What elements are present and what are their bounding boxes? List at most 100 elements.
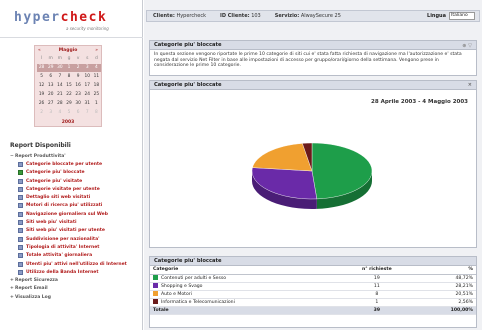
table-row: Informatica e Telecomunicazioni 1 2,56% <box>150 298 476 307</box>
calendar-day[interactable]: 25 <box>92 91 101 99</box>
calendar-day[interactable]: 30 <box>55 64 65 72</box>
col-richieste: n° richieste <box>338 266 416 275</box>
report-label: Categorie piu' visitate <box>26 178 83 184</box>
report-link[interactable]: Siti web piu' visitati per utente <box>10 227 140 235</box>
hypercheck-logo[interactable]: hypercheck <box>14 10 107 25</box>
report-group[interactable]: + Report Sicurezza <box>10 276 140 284</box>
report-group[interactable]: + Report Email <box>10 285 140 293</box>
calendar-day[interactable]: 5 <box>64 109 73 117</box>
report-icon <box>18 170 23 176</box>
report-label: Dettaglio siti web visitati <box>26 195 91 201</box>
calendar-day[interactable]: 6 <box>46 73 55 81</box>
calendar-weekdays: lmmgvsd <box>37 56 101 61</box>
category-cell: Shopping e Svago <box>150 282 339 291</box>
report-link[interactable]: Dettaglio siti web visitati <box>10 193 140 201</box>
report-icon <box>18 220 23 226</box>
percent-cell: 28,21% <box>415 282 476 291</box>
requests-cell: 19 <box>338 274 416 283</box>
calendar-day[interactable]: 4 <box>91 64 101 72</box>
report-label: Siti web piu' visitati per utente <box>26 228 105 234</box>
calendar-day[interactable]: 29 <box>64 100 73 108</box>
weekday-label: m <box>57 56 63 61</box>
report-icon <box>18 228 23 234</box>
report-link[interactable]: Totale attivita' giornaliera <box>10 252 140 260</box>
report-link[interactable]: Categorie piu' bloccate <box>10 169 140 177</box>
report-link[interactable]: Categorie piu' visitate <box>10 177 140 185</box>
weekday-label: l <box>40 56 43 61</box>
servizio-info: Servizio: AlwaySecure 25 <box>274 13 341 19</box>
report-group[interactable]: − Report Produttivita' <box>10 152 140 160</box>
calendar-day[interactable]: 10 <box>83 73 92 81</box>
calendar-next-button[interactable]: » <box>95 48 98 53</box>
report-link[interactable]: Tipologia di attivita' Internet <box>10 243 140 251</box>
weekday-label: d <box>94 56 98 61</box>
calendar-day[interactable]: 8 <box>92 109 101 117</box>
calendar-day[interactable]: 1 <box>64 64 74 72</box>
report-label: Siti web piu' visitati <box>26 220 77 226</box>
report-label: Suddivisione per nazionalita' <box>26 236 100 242</box>
calendar-day[interactable]: 4 <box>55 109 64 117</box>
calendar-day[interactable]: 3 <box>82 64 92 72</box>
report-link[interactable]: Utilizzo della Banda Internet <box>10 268 140 276</box>
report-group[interactable]: + Visualizza Log <box>10 293 140 301</box>
calendar-week-row: 2345678 <box>37 109 101 117</box>
calendar-day[interactable]: 1 <box>92 100 101 108</box>
lingua-select[interactable]: Italiano <box>449 12 475 20</box>
reports-title: Report Disponibili <box>10 142 71 149</box>
calendar-day[interactable]: 21 <box>55 91 64 99</box>
calendar-day[interactable]: 9 <box>74 73 83 81</box>
calendar-day[interactable]: 7 <box>83 109 92 117</box>
calendar-day[interactable]: 30 <box>74 100 83 108</box>
calendar-day[interactable]: 8 <box>64 73 73 81</box>
calendar-day[interactable]: 16 <box>74 82 83 90</box>
calendar-day[interactable]: 13 <box>46 82 55 90</box>
calendar-day[interactable]: 2 <box>37 109 46 117</box>
report-link[interactable]: Siti web piu' visitati <box>10 218 140 226</box>
pie-slice[interactable] <box>252 143 313 172</box>
report-link[interactable]: Categorie visitate per utente <box>10 185 140 193</box>
calendar-day[interactable]: 26 <box>37 100 46 108</box>
report-link[interactable]: Suddivisione per nazionalita' <box>10 235 140 243</box>
calendar-day[interactable]: 29 <box>46 64 56 72</box>
calendar-day[interactable]: 7 <box>55 73 64 81</box>
report-link[interactable]: Categorie bloccate per utente <box>10 160 140 168</box>
calendar-day[interactable]: 28 <box>37 64 47 72</box>
color-swatch <box>153 299 158 304</box>
chart-box: Categorie piu' bloccate × 28 Aprile 2003 … <box>149 80 477 248</box>
calendar-day[interactable]: 20 <box>46 91 55 99</box>
calendar-day[interactable]: 11 <box>92 73 101 81</box>
calendar-day[interactable]: 23 <box>74 91 83 99</box>
report-link[interactable]: Motori di ricerca piu' utilizzati <box>10 202 140 210</box>
calendar-day[interactable]: 18 <box>92 82 101 90</box>
calendar-day[interactable]: 27 <box>46 100 55 108</box>
requests-cell: 1 <box>338 298 416 307</box>
calendar-day[interactable]: 31 <box>83 100 92 108</box>
calendar-day[interactable]: 2 <box>73 64 83 72</box>
print-icon[interactable]: ⊕ ▽ <box>462 42 472 51</box>
categories-table: Categorie n° richieste % Contenuti per a… <box>150 266 476 315</box>
category-cell: Informatica e Telecomunicazioni <box>150 298 339 307</box>
report-link[interactable]: Navigazione giornaliera sul Web <box>10 210 140 218</box>
table-row: Contenuti per adulti e Sesso 19 48,72% <box>150 274 476 283</box>
calendar-day[interactable]: 19 <box>37 91 46 99</box>
category-cell: Auto e Motori <box>150 290 339 299</box>
color-swatch <box>153 291 158 296</box>
close-icon[interactable]: × <box>468 81 472 90</box>
report-link[interactable]: Utenti piu' attivi nell'utilizzo di Inte… <box>10 260 140 268</box>
calendar-day[interactable]: 17 <box>83 82 92 90</box>
weekday-label: s <box>86 56 89 61</box>
calendar-day[interactable]: 12 <box>37 82 46 90</box>
calendar-day[interactable]: 6 <box>74 109 83 117</box>
calendar-day[interactable]: 5 <box>37 73 46 81</box>
percent-cell: 48,72% <box>415 274 476 283</box>
calendar-day[interactable]: 3 <box>46 109 55 117</box>
calendar-week-row: 28 29 30 1 2 3 4 <box>37 64 101 72</box>
calendar-day[interactable]: 15 <box>64 82 73 90</box>
calendar-day[interactable]: 14 <box>55 82 64 90</box>
calendar-day[interactable]: 28 <box>55 100 64 108</box>
report-label: Report Sicurezza <box>15 278 58 284</box>
report-label: Totale attivita' giornaliera <box>26 253 93 259</box>
requests-cell: 11 <box>338 282 416 291</box>
calendar-day[interactable]: 22 <box>64 91 73 99</box>
calendar-day[interactable]: 24 <box>83 91 92 99</box>
